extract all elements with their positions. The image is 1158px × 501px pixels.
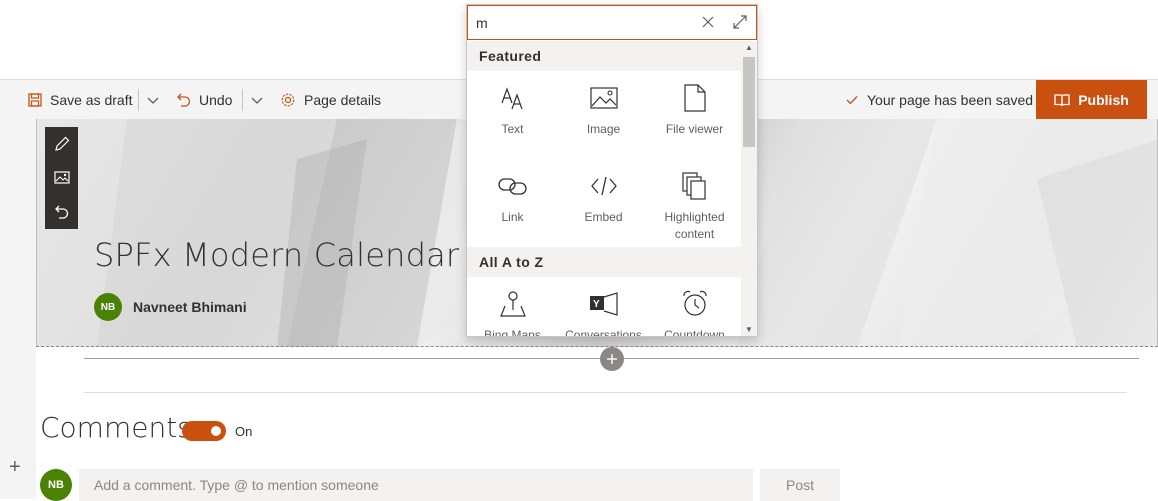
book-icon bbox=[1054, 94, 1070, 107]
plus-icon bbox=[607, 354, 617, 364]
svg-text:Y: Y bbox=[593, 299, 600, 310]
save-icon bbox=[28, 93, 42, 107]
undo-label: Undo bbox=[199, 92, 233, 108]
webpart-toolbox: Featured Text bbox=[466, 4, 758, 337]
toolbox-item-label: Link bbox=[501, 210, 524, 224]
save-as-draft-button[interactable]: Save as draft bbox=[28, 80, 133, 120]
toolbox-item-label: Image bbox=[586, 122, 621, 136]
image-edit-icon bbox=[53, 171, 70, 184]
save-status-text: Your page has been saved bbox=[867, 92, 1034, 108]
add-webpart-button[interactable] bbox=[600, 347, 624, 371]
close-icon bbox=[702, 16, 714, 28]
pencil-icon bbox=[54, 136, 69, 151]
toolbox-item-label: File viewer bbox=[665, 122, 724, 136]
commenter-avatar: NB bbox=[40, 469, 72, 501]
toolbox-list[interactable]: Featured Text Image File viewer Link Emb… bbox=[467, 41, 741, 337]
scroll-down-icon[interactable]: ▼ bbox=[745, 325, 753, 334]
post-button[interactable]: Post bbox=[760, 469, 840, 501]
toolbox-search-input[interactable] bbox=[474, 12, 694, 34]
toolbox-section-header: All A to Z bbox=[467, 247, 741, 277]
toolbox-item-embed[interactable]: Embed bbox=[558, 159, 649, 247]
chevron-down-icon bbox=[147, 97, 159, 104]
toolbox-item-label: Countdown bbox=[664, 328, 725, 337]
edit-webpart-button[interactable] bbox=[52, 134, 72, 154]
divider bbox=[138, 89, 139, 111]
toolbox-item-label: Conversations bbox=[565, 328, 642, 337]
checkmark-icon bbox=[846, 96, 858, 105]
save-status: Your page has been saved bbox=[845, 80, 1033, 120]
toolbox-item-bing-maps[interactable]: Bing Maps bbox=[467, 277, 558, 337]
divider bbox=[242, 89, 243, 111]
gear-icon bbox=[281, 93, 295, 107]
countdown-icon bbox=[682, 290, 707, 316]
undo-options-dropdown[interactable] bbox=[250, 80, 264, 120]
toolbox-section-header: Featured bbox=[467, 41, 741, 71]
page-details-label: Page details bbox=[304, 92, 382, 108]
author-name: Navneet Bhimani bbox=[133, 299, 247, 315]
comment-input[interactable] bbox=[79, 469, 753, 501]
undo-icon bbox=[177, 93, 191, 107]
expand-toolbox-button[interactable] bbox=[732, 14, 748, 35]
section-boundary bbox=[36, 346, 1158, 347]
image-icon bbox=[589, 87, 618, 109]
toolbox-item-countdown[interactable]: Countdown bbox=[649, 277, 740, 337]
undo-icon bbox=[54, 205, 68, 219]
toolbox-item-label: Highlighted content bbox=[664, 210, 725, 241]
toolbox-item-text[interactable]: Text bbox=[467, 71, 558, 159]
file-viewer-icon bbox=[683, 84, 706, 112]
text-icon bbox=[500, 87, 523, 110]
page-details-button[interactable]: Page details bbox=[280, 80, 381, 120]
chevron-down-icon bbox=[251, 97, 263, 104]
add-section-icon[interactable]: + bbox=[9, 457, 21, 477]
clear-search-button[interactable] bbox=[701, 15, 715, 34]
comments-toggle-label: On bbox=[235, 424, 253, 439]
scroll-up-icon[interactable]: ▲ bbox=[745, 43, 753, 52]
publish-label: Publish bbox=[1078, 92, 1129, 108]
toolbox-item-label: Text bbox=[501, 122, 524, 136]
expand-icon bbox=[733, 15, 747, 29]
change-image-button[interactable] bbox=[52, 168, 72, 188]
publish-button[interactable]: Publish bbox=[1036, 80, 1147, 120]
link-icon bbox=[497, 178, 527, 195]
comments-toggle[interactable] bbox=[182, 421, 226, 441]
conversations-icon: Y bbox=[589, 292, 618, 316]
toolbox-item-label: Bing Maps bbox=[484, 328, 541, 337]
toggle-knob bbox=[211, 426, 221, 436]
reset-button[interactable] bbox=[52, 202, 72, 222]
undo-button[interactable]: Undo bbox=[177, 80, 232, 120]
toolbox-item-file-viewer[interactable]: File viewer bbox=[649, 71, 740, 159]
toolbox-item-link[interactable]: Link bbox=[467, 159, 558, 247]
toolbox-search-box bbox=[467, 5, 757, 40]
bing-maps-icon bbox=[499, 291, 526, 317]
embed-icon bbox=[590, 176, 617, 196]
page-title[interactable]: SPFx Modern Calendar bbox=[94, 236, 459, 274]
toolbox-scrollbar[interactable]: ▲ ▼ bbox=[741, 41, 757, 336]
scrollbar-thumb[interactable] bbox=[743, 57, 755, 147]
toolbox-item-label: Embed bbox=[584, 210, 623, 224]
toolbox-item-highlighted-content[interactable]: Highlighted content bbox=[649, 159, 740, 247]
save-as-draft-label: Save as draft bbox=[50, 92, 133, 108]
author-avatar: NB bbox=[94, 293, 122, 321]
save-options-dropdown[interactable] bbox=[146, 80, 160, 120]
toolbox-item-image[interactable]: Image bbox=[558, 71, 649, 159]
left-gutter: + bbox=[0, 119, 36, 499]
toolbox-item-conversations[interactable]: Y Conversations bbox=[558, 277, 649, 337]
comments-title: Comments bbox=[40, 411, 192, 444]
highlighted-content-icon bbox=[681, 172, 706, 200]
hero-edit-toolbar bbox=[45, 127, 78, 229]
divider bbox=[84, 392, 1127, 393]
